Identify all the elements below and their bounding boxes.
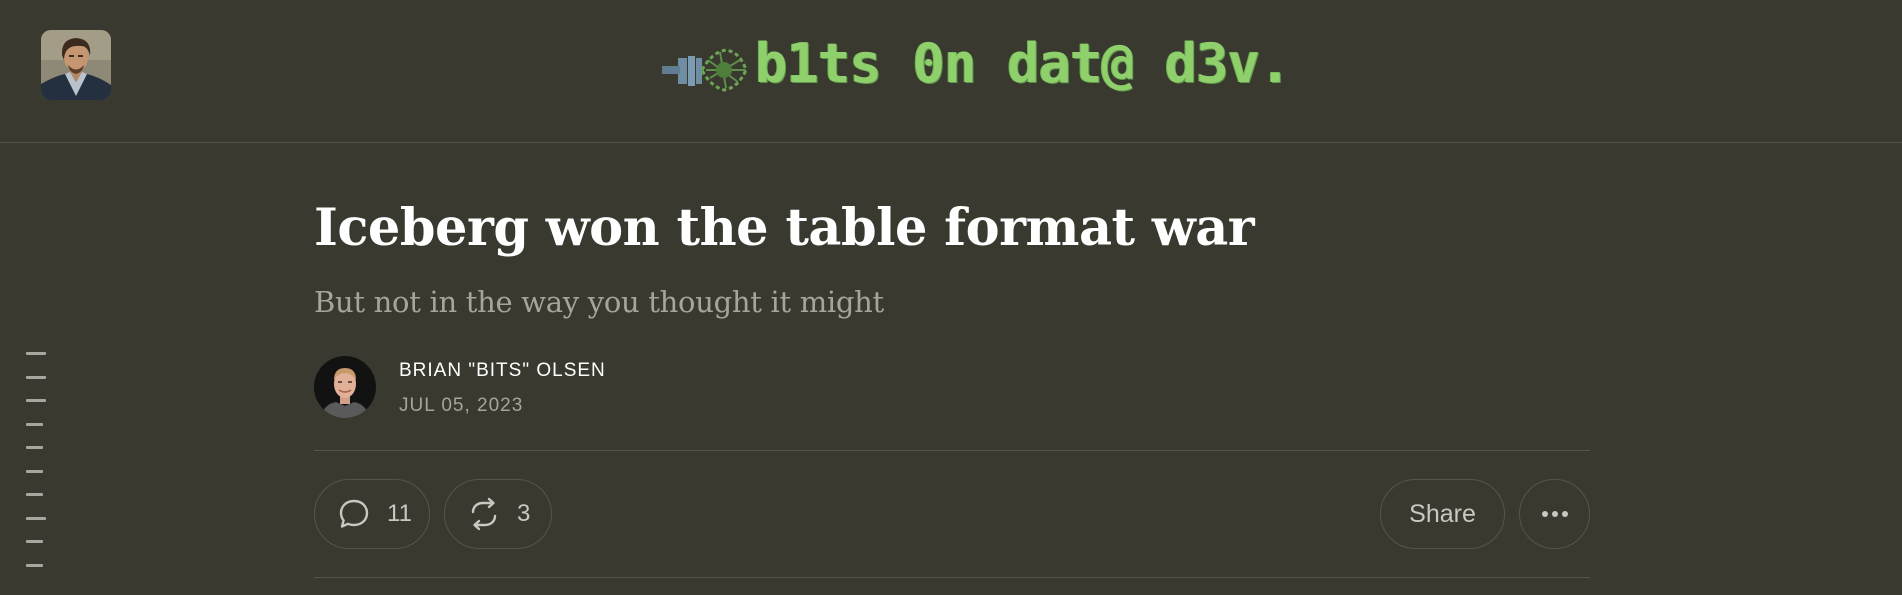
comment-count: 11 [387,500,412,527]
site-logo-text: b1ts 0n dat@ d3v. [755,32,1292,95]
site-logo[interactable]: b1ts 0n dat@ d3v. [650,30,1292,100]
toc-line[interactable] [26,375,46,379]
divider-bottom [314,577,1590,578]
toc-line[interactable] [26,422,43,426]
share-button[interactable]: Share [1380,479,1505,549]
logo-graphic [662,48,748,92]
author-name[interactable]: BRIAN "BITS" OLSEN [399,360,606,382]
toc-line[interactable] [26,493,43,496]
toc-line[interactable] [26,540,43,543]
site-avatar[interactable] [41,30,111,100]
restack-icon [467,497,501,531]
post-subtitle: But not in the way you thought it might [314,285,884,319]
toc-line[interactable] [26,563,43,567]
post-date: JUL 05, 2023 [399,395,524,416]
author-avatar[interactable] [314,356,376,418]
toc-line[interactable] [26,516,46,520]
top-bar: b1ts 0n dat@ d3v. [0,0,1902,143]
restack-button[interactable]: 3 [444,479,552,549]
ellipsis-icon [1540,509,1570,519]
author-avatar-image [314,356,376,418]
comments-button[interactable]: 11 [314,479,430,549]
toc-line[interactable] [26,469,43,473]
toc-line[interactable] [26,352,46,355]
toc-line[interactable] [26,446,43,449]
divider-top [314,450,1590,451]
more-options-button[interactable] [1519,479,1590,549]
site-avatar-image [41,30,111,100]
speech-bubble-icon [337,497,371,531]
share-label: Share [1409,499,1476,528]
toc-line[interactable] [26,399,46,402]
post-title: Iceberg won the table format war [314,198,1255,258]
restack-count: 3 [517,500,531,527]
